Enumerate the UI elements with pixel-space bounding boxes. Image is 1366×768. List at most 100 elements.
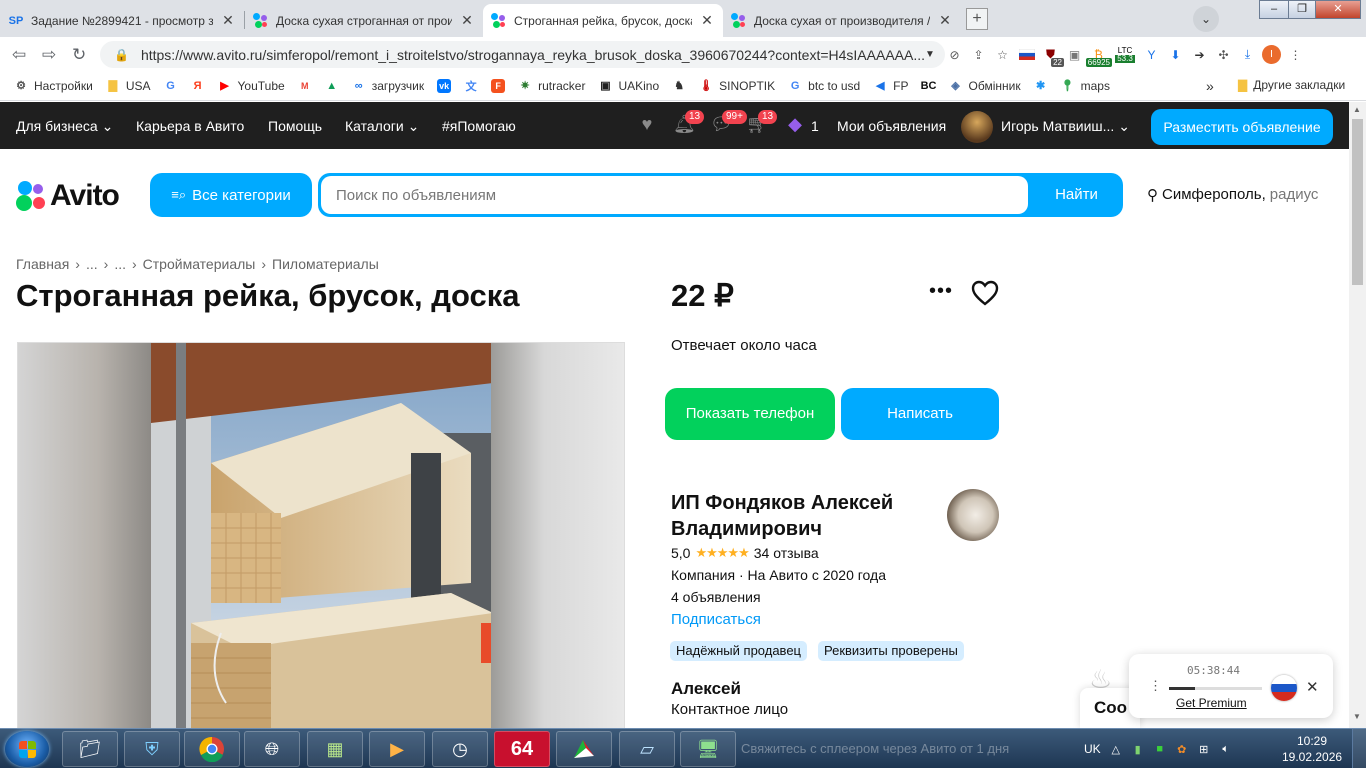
explorer-folder-icon[interactable]: 📁︎ [62, 731, 118, 767]
bookmark-item[interactable]: Я [191, 79, 205, 93]
favorites-heart-icon[interactable]: ♥ [636, 114, 658, 136]
shield-app-icon[interactable]: ⛨ [124, 731, 180, 767]
favorite-heart-icon[interactable] [971, 280, 999, 311]
messages-icon[interactable]: 💬︎ 99+ [710, 110, 747, 136]
bookmark-item[interactable]: BC [921, 79, 937, 93]
breadcrumb-item[interactable]: ... [114, 256, 126, 272]
scroll-up-arrow-icon[interactable]: ▲ [1353, 105, 1361, 114]
maximize-button[interactable]: ❐ [1288, 0, 1316, 19]
bookmark-item[interactable]: ✷ rutracker [518, 79, 585, 93]
back-arrow-icon[interactable]: ⇦ [12, 45, 26, 65]
seller-rating[interactable]: 5,0 ★★★★★ 34 отзыва [671, 545, 819, 561]
bookmark-item[interactable]: 文 [464, 79, 478, 93]
location-selector[interactable]: ⚲ Симферополь, радиус [1147, 186, 1318, 204]
find-button[interactable]: Найти [1030, 173, 1123, 217]
terminal-app-icon[interactable]: ▦ [307, 731, 363, 767]
tray-battery-icon[interactable]: ▮ [1131, 742, 1145, 756]
tray-expand-icon[interactable]: △ [1109, 742, 1123, 756]
tab-close-icon[interactable]: ✕ [459, 12, 475, 29]
seller-name[interactable]: ИП Фондяков Алексей Владимирович [671, 490, 941, 542]
reload-icon[interactable]: ↻ [72, 45, 86, 65]
post-ad-button[interactable]: Разместить объявление [1151, 109, 1333, 145]
tab-close-icon[interactable]: ✕ [937, 12, 953, 29]
page-scrollbar[interactable]: ▲ ▼ [1349, 102, 1366, 728]
forward-arrow-icon[interactable]: ⇨ [42, 45, 56, 65]
player-progress-track[interactable] [1169, 687, 1262, 690]
taskbar-clock[interactable]: 10:29 19.02.2026 [1282, 733, 1342, 765]
puzzle-extensions-icon[interactable]: ✣ [1214, 45, 1233, 64]
tray-volume-icon[interactable]: 🔈︎ [1219, 742, 1233, 756]
tab-close-icon[interactable]: ✕ [699, 12, 715, 29]
save-extension-icon[interactable]: ⬇ [1166, 45, 1185, 64]
windows-start-icon[interactable] [5, 731, 49, 767]
bookmark-item[interactable]: ⚙ Настройки [14, 79, 93, 93]
chrome-icon[interactable] [184, 731, 240, 767]
minimize-button[interactable]: – [1259, 0, 1289, 19]
new-tab-button[interactable]: + [966, 8, 988, 30]
player-close-icon[interactable]: ✕ [1306, 678, 1319, 696]
bookmarks-overflow-button[interactable]: » [1206, 78, 1214, 94]
tray-network-icon[interactable]: ⊞ [1197, 742, 1211, 756]
tray-app-icon[interactable]: ✿ [1175, 742, 1189, 756]
globe-icon[interactable]: 🌐︎ [244, 731, 300, 767]
tab-search-chevron-icon[interactable]: ⌄ [1193, 6, 1219, 32]
bookmark-item[interactable]: Gbtc to usd [788, 79, 860, 93]
promo-ticket-icon[interactable]: ◆ [784, 114, 806, 136]
bitcoin-icon[interactable]: ₿ 66925 [1085, 45, 1112, 67]
bookmark-item[interactable]: F [491, 78, 506, 93]
bookmark-item[interactable]: ▇ USA [106, 79, 151, 93]
browser-tab-2-active[interactable]: Строганная рейка, брусок, доска ✕ [483, 4, 723, 37]
tab-close-icon[interactable]: ✕ [220, 12, 236, 29]
bookmark-item[interactable]: 📍︎ maps [1061, 79, 1110, 93]
get-premium-link[interactable]: Get Premium [1176, 696, 1247, 710]
subscribe-link[interactable]: Подписаться [671, 611, 761, 628]
avito-logo[interactable]: Avito [16, 179, 120, 213]
search-input[interactable] [321, 176, 1028, 214]
clock-app-icon[interactable]: ◷ [432, 731, 488, 767]
bookmark-item[interactable]: ∞ загрузчик [352, 79, 424, 93]
listing-photo-gallery[interactable] [17, 342, 625, 728]
bookmark-star-icon[interactable]: ☆ [993, 45, 1012, 64]
seller-ads-count[interactable]: 4 объявления [671, 589, 761, 605]
bookmark-item[interactable]: ◀ FP [873, 79, 909, 93]
nav-help[interactable]: Помощь [268, 118, 322, 134]
color-app-icon[interactable] [556, 731, 612, 767]
ltc-extension-icon[interactable]: LTC 53.3 [1113, 45, 1137, 64]
share-icon[interactable]: ⇪ [969, 45, 988, 64]
briefcase-icon[interactable]: ▣ [1065, 45, 1084, 64]
tray-green-icon[interactable]: ■ [1153, 742, 1167, 756]
bookmark-item[interactable]: 🌡︎ SINOPTIK [699, 79, 775, 93]
profile-avatar[interactable]: I [1262, 45, 1281, 64]
listing-photo[interactable] [151, 343, 493, 728]
url-dropdown-icon[interactable]: ▼ [925, 49, 945, 60]
arrow-extension-icon[interactable]: ➔ [1190, 45, 1209, 64]
location-blocked-icon[interactable]: ⊘ [945, 45, 964, 64]
scroll-down-arrow-icon[interactable]: ▼ [1353, 712, 1361, 721]
bookmark-item[interactable]: G [164, 79, 178, 93]
close-window-button[interactable]: ✕ [1315, 0, 1361, 19]
browser-tab-3[interactable]: Доска сухая от производителя / Б ✕ [723, 4, 961, 37]
nav-business[interactable]: Для бизнеса ⌄ [16, 118, 113, 135]
y-extension-icon[interactable]: Y [1142, 45, 1161, 64]
bookmark-item[interactable]: ▣ UAKino [598, 79, 659, 93]
browser-tab-1[interactable]: Доска сухая строганная от произ ✕ [245, 4, 483, 37]
browser-tab-0[interactable]: SP Задание №2899421 - просмотр за ✕ [0, 4, 244, 37]
bookmark-item[interactable]: ✱ [1034, 79, 1048, 93]
notifications-bell-icon[interactable]: 🔔︎ 13 [673, 110, 705, 136]
breadcrumb-item[interactable]: Пиломатериалы [272, 256, 379, 272]
browser-menu-icon[interactable]: ⋮ [1286, 45, 1305, 64]
media-player-icon[interactable]: ▶ [369, 731, 425, 767]
nav-my-ads[interactable]: Мои объявления [837, 118, 946, 134]
bookmark-item[interactable]: ♞ [672, 79, 686, 93]
app-64-icon[interactable]: 64 [494, 731, 550, 767]
breadcrumb-item[interactable]: ... [86, 256, 98, 272]
bookmark-item[interactable]: ▲ [325, 79, 339, 93]
nav-catalogs[interactable]: Каталоги ⌄ [345, 118, 419, 135]
scrollbar-thumb[interactable] [1352, 119, 1363, 285]
russia-flag-icon[interactable] [1017, 45, 1036, 64]
bookmark-item[interactable]: ◈ Обмінник [949, 79, 1020, 93]
nav-career[interactable]: Карьера в Авито [136, 118, 244, 134]
breadcrumb-item[interactable]: Стройматериалы [143, 256, 256, 272]
russia-flag-icon[interactable] [1271, 675, 1297, 701]
player-menu-icon[interactable]: ⋮ [1149, 678, 1162, 694]
